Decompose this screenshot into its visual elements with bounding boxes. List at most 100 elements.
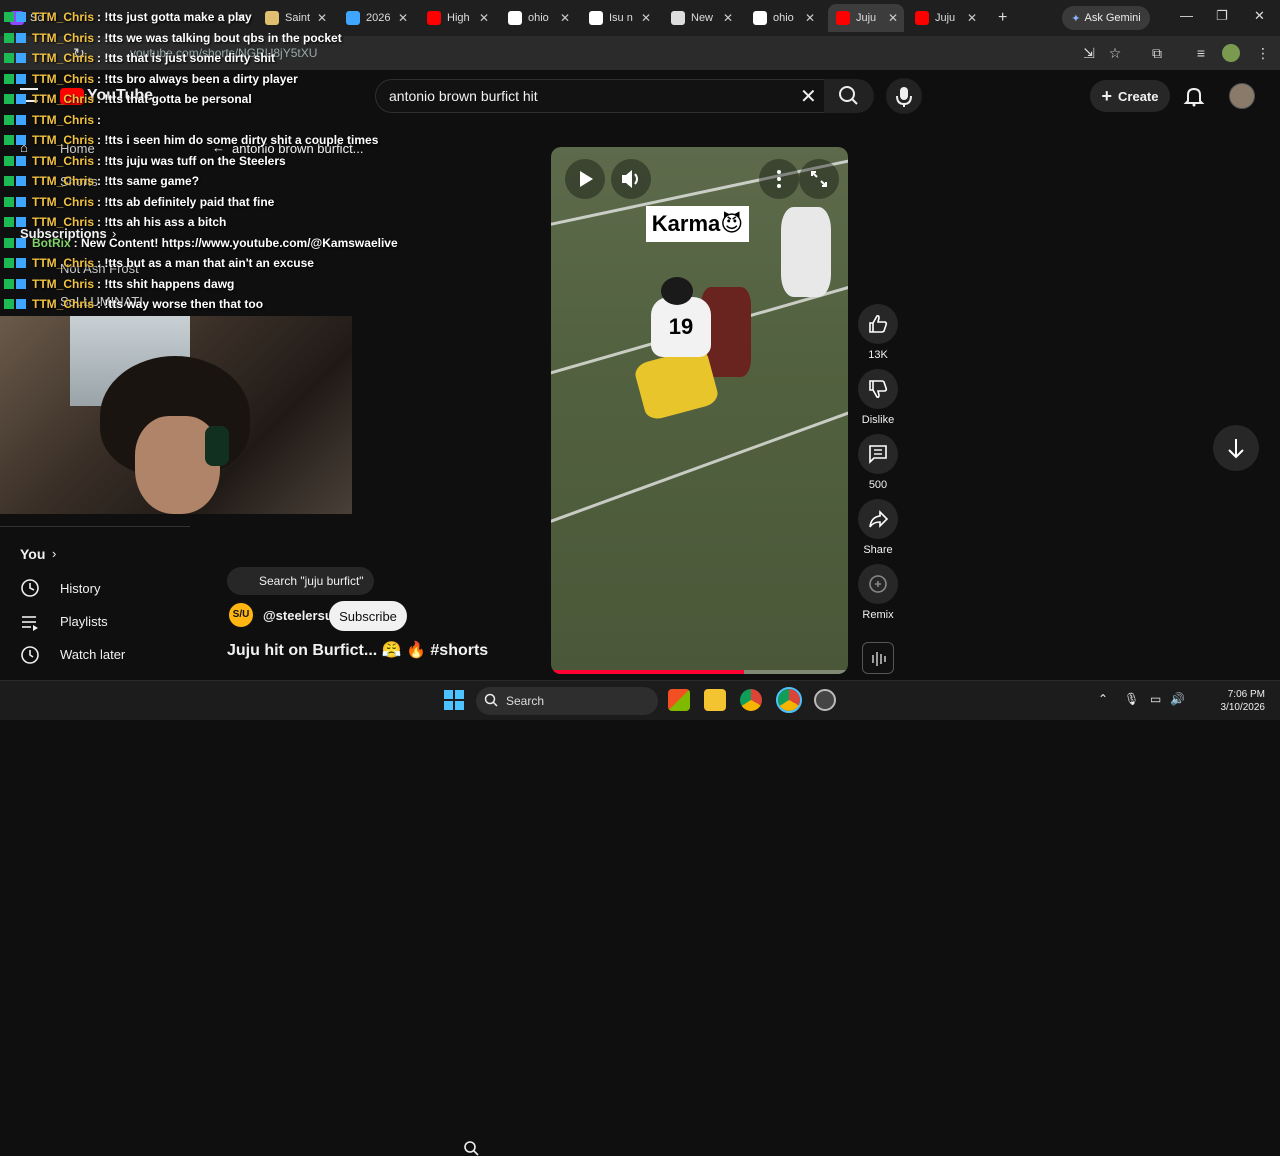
youtube-icon [836,11,850,25]
voice-search-button[interactable] [886,78,922,114]
browser-tab[interactable]: Juju ✕ [828,4,904,32]
next-short-button[interactable] [1213,425,1259,471]
close-tab-icon[interactable]: ✕ [723,11,733,25]
app-icon[interactable] [814,689,836,711]
chat-username: TTM_Chris [32,276,95,291]
fullscreen-button[interactable] [799,159,839,199]
background-player [781,207,831,297]
ask-gemini-button[interactable]: ✦ Ask Gemini [1062,6,1150,30]
chrome-app-icon[interactable] [740,689,762,711]
chat-badge-icon [4,114,14,125]
tab-label: Juju [935,12,956,24]
new-tab-button[interactable]: + [990,4,1015,32]
comments-button[interactable] [858,434,898,474]
sound-button[interactable] [862,642,894,674]
chat-message: TTM_Chris: !tts but as a man that ain't … [4,254,314,272]
maximize-icon[interactable]: ❐ [1216,8,1228,24]
browser-tab[interactable]: High ✕ [419,4,495,32]
chat-text: : !tts we was talking bout qbs in the po… [97,30,342,45]
browser-tab[interactable]: Juju ✕ [907,4,983,32]
progress-fill [551,670,745,674]
chat-message: TTM_Chris: !tts same game? [4,172,199,190]
sidebar-item-playlists[interactable]: Playlists [60,614,108,629]
search-button[interactable] [824,79,874,113]
chat-badge-icon [16,32,26,43]
profile-icon[interactable] [1222,44,1240,62]
chat-text: : !tts ah his ass a bitch [97,215,227,229]
bell-icon [1183,87,1205,107]
browser-tab[interactable]: Isu n ✕ [581,4,657,32]
short-video-player[interactable]: 19 Karma😈 [551,147,848,674]
chat-text: : !tts way worse then that too [97,297,264,311]
sidebar-item-watch-later[interactable]: Watch later [60,647,125,662]
menu-dots-icon[interactable]: ⋮ [1254,44,1272,62]
close-tab-icon[interactable]: ✕ [888,11,898,25]
plus-icon: + [1101,85,1113,106]
clock-date: 3/10/2026 [1220,702,1266,713]
close-tab-icon[interactable]: ✕ [479,11,489,25]
more-options-button[interactable] [759,159,799,199]
channel-name[interactable]: @steelersu [263,608,333,623]
audio-wave-icon [872,652,886,666]
taskbar-search[interactable]: Search [476,687,658,715]
playlists-icon [22,616,38,631]
extensions-icon[interactable]: ⧉ [1148,44,1166,62]
thumbs-down-icon [869,380,888,399]
chat-username: TTM_Chris [32,297,95,311]
create-label: Create [1118,88,1159,104]
share-button[interactable] [858,499,898,539]
close-window-icon[interactable]: ✕ [1254,8,1265,24]
browser-tab[interactable]: ohio ✕ [745,4,821,32]
account-avatar[interactable] [1229,83,1255,109]
bookmark-star-icon[interactable]: ☆ [1106,44,1124,62]
speaker-icon[interactable]: 🔊 [1170,692,1185,706]
close-tab-icon[interactable]: ✕ [641,11,651,25]
chat-text: : !tts that gotta be personal [97,92,252,106]
chrome-icon [671,11,685,25]
chat-badge-icon [16,176,26,186]
volume-button[interactable] [611,159,651,199]
arrow-down-icon [1228,439,1244,459]
sidebar-item-history[interactable]: History [60,581,100,596]
close-tab-icon[interactable]: ✕ [560,11,570,25]
remix-button[interactable] [858,564,898,604]
media-control-icon[interactable]: ≡ [1192,44,1210,62]
close-tab-icon[interactable]: ✕ [805,11,815,25]
install-app-icon[interactable]: ⇲ [1080,44,1098,62]
chrome-active-app-icon[interactable] [776,687,802,713]
sidebar-you-heading[interactable]: You [20,546,45,562]
short-title[interactable]: Juju hit on Burfict... 😤 🔥 #shorts [227,640,488,660]
file-explorer-icon[interactable] [704,689,726,711]
chat-username: BotRix [32,235,71,250]
windows-start-icon[interactable] [444,690,464,710]
subscribe-button[interactable]: Subscribe [329,601,407,631]
chevron-up-icon[interactable]: ⌃ [1098,692,1108,706]
chat-badge-icon [4,135,14,145]
minimize-icon[interactable]: — [1180,8,1193,23]
microphone-tray-icon[interactable]: 🎙 [1124,692,1139,706]
like-button[interactable] [858,304,898,344]
like-count: 13K [868,349,888,361]
browser-tab[interactable]: New ✕ [663,4,739,32]
dislike-button[interactable] [858,369,898,409]
store-app-icon[interactable] [668,689,690,711]
channel-avatar[interactable]: S/U [227,601,255,629]
chat-username: TTM_Chris [32,153,95,168]
browser-tab[interactable]: ohio ✕ [500,4,576,32]
play-button[interactable] [565,159,605,199]
clear-search-icon[interactable]: ✕ [800,84,817,109]
chat-badge-icon [16,196,26,207]
taskbar-clock[interactable]: 7:06 PM 3/10/2026 [1195,688,1266,714]
notifications-button[interactable] [1182,84,1206,108]
chat-username: TTM_Chris [32,256,95,270]
search-icon [464,1141,479,1156]
search-input[interactable]: antonio brown burfict hit [389,88,538,104]
create-button[interactable]: + Create [1090,80,1170,112]
search-icon [484,693,498,707]
chat-badge-icon [16,258,26,268]
related-search-chip[interactable]: Search "juju burfict" [227,567,479,1156]
share-label: Share [863,544,893,556]
network-icon[interactable]: ▭ [1150,692,1161,706]
close-tab-icon[interactable]: ✕ [967,11,977,25]
google-icon [508,11,522,25]
